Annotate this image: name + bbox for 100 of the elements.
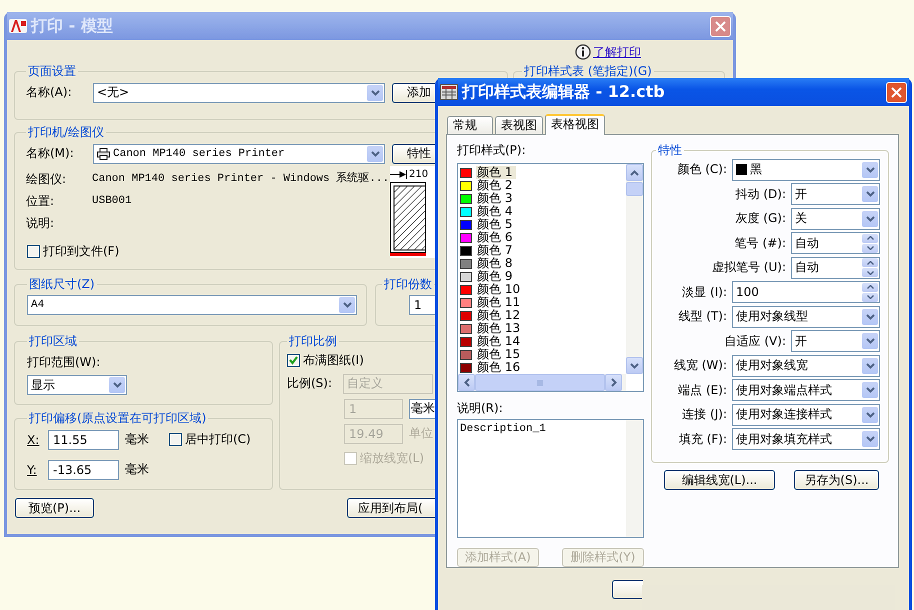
printer-icon [97,148,110,160]
list-item[interactable]: 颜色 8 [476,257,516,270]
field-label: 打印样式(P): [457,142,527,159]
close-icon [715,20,726,32]
spin-down-button[interactable] [862,268,878,278]
close-icon [891,86,902,98]
help-link[interactable]: 了解打印 [593,44,641,60]
paper-width-label: 210 [409,169,428,180]
list-item[interactable]: 颜色 12 [476,309,524,322]
dropdown-field[interactable]: 关 [791,208,880,230]
list-item[interactable]: 颜色 11 [476,296,524,309]
field-label: X: [27,432,40,446]
dropdown-field[interactable]: 使用对象端点样式 [732,379,880,402]
checkbox-label[interactable]: 居中打印(C) [185,431,251,448]
checkbox-label[interactable]: 打印到文件(F) [43,243,120,260]
scroll-thumb[interactable] [626,182,643,196]
tab[interactable]: 表格视图 [545,114,605,135]
x-offset-field[interactable]: 11.55 [48,430,119,450]
spin-field[interactable]: 自动 [791,232,880,254]
field-label: 位置: [26,194,56,208]
field-label: 颜色 (C): [677,161,727,178]
window-title: 打印 - 模型 [31,16,114,36]
dropdown-field[interactable]: 黑 [732,158,880,181]
copies-field[interactable]: 1 [409,295,435,315]
dialog-button[interactable]: 编辑线宽(L)... [664,470,775,490]
dropdown-field[interactable]: 使用对象连接样式 [732,404,880,426]
dialog-button[interactable]: 预览(P)... [15,498,94,518]
list-item[interactable]: 颜色 13 [476,322,524,335]
unit-label: 毫米 [125,431,149,448]
field-label: 线宽 (W): [674,357,727,374]
scroll-right-button[interactable] [605,374,622,391]
dropdown-field[interactable]: 使用对象线型 [732,306,880,328]
table-icon [440,84,458,100]
checkbox[interactable] [27,245,40,258]
horizontal-scrollbar[interactable] [458,374,626,391]
close-button[interactable] [886,82,907,102]
dropdown-field[interactable]: 使用对象填充样式 [732,428,880,450]
chevron-down-icon [866,387,874,394]
chevron-down-icon [866,166,874,173]
scroll-up-button[interactable] [626,164,643,181]
dialog-button[interactable]: 应用到布局( [347,498,435,518]
y-offset-field[interactable]: -13.65 [48,460,119,480]
spin-field[interactable]: 100 [732,281,880,304]
list-item[interactable]: 颜色 7 [476,244,516,257]
field-label: 淡显 (I): [682,284,727,301]
list-item[interactable]: 颜色 6 [476,231,516,244]
dialog-button[interactable] [612,580,643,599]
scroll-thumb[interactable] [475,374,605,391]
list-item[interactable]: 颜色 1 [476,166,516,179]
list-item[interactable]: 颜色 16 [476,361,524,374]
list-item[interactable]: 颜色 3 [476,192,516,205]
spin-down-button[interactable] [862,244,878,253]
location-value: USB001 [92,194,133,208]
list-item[interactable]: 颜色 5 [476,218,516,231]
dropdown-field[interactable]: A4 [27,295,357,315]
vertical-scrollbar[interactable] [626,164,643,374]
spin-up-button[interactable] [862,234,878,243]
dropdown-field[interactable]: 使用对象线宽 [732,354,880,377]
spin-field[interactable]: 自动 [791,256,880,279]
list-item[interactable]: 颜色 15 [476,348,524,361]
list-item[interactable]: 颜色 4 [476,205,516,218]
chevron-down-icon [866,295,874,300]
chevron-up-icon [866,285,874,290]
chevron-down-icon [866,191,874,198]
group-title: 打印份数 [383,276,433,293]
field-label: 说明: [26,216,56,230]
list-item[interactable]: 颜色 10 [476,283,524,296]
chevron-down-icon [630,362,639,368]
group-title: 图纸尺寸(Z) [28,276,96,293]
field-label: 虚拟笔号 (U): [712,259,786,276]
scroll-left-button[interactable] [458,374,475,391]
field-label: 连接 (J): [682,406,727,424]
dropdown-field[interactable]: 开 [791,330,880,352]
spin-up-button[interactable] [862,282,878,292]
chevron-up-icon [630,170,639,176]
field-label: 线型 (T): [678,308,727,326]
group-title: 打印区域 [28,333,78,350]
chevron-right-icon [610,378,616,387]
scroll-down-button[interactable] [626,357,643,374]
dialog-button[interactable]: 另存为(S)... [794,470,879,490]
chevron-down-icon [370,90,380,96]
list-item[interactable]: 颜色 14 [476,335,524,348]
add-button[interactable]: 添加 [392,82,435,102]
description-field[interactable]: Description_1 [457,419,644,538]
spin-up-button[interactable] [862,258,878,268]
checkbox[interactable] [169,433,182,446]
field-label: 名称(A): [26,84,73,101]
dropdown-field[interactable]: <无> [93,82,385,102]
dropdown-field[interactable]: 开 [791,183,880,206]
properties-button[interactable]: 特性 [392,144,435,164]
spin-down-button[interactable] [862,292,878,302]
tab[interactable]: 表视图 [495,116,543,134]
dropdown-field[interactable]: Canon MP140 series Printer [93,144,385,164]
plotter-value: Canon MP140 series Printer - Windows 系统驱... [92,172,390,186]
group-title: 打印样式表 (笔指定)(G) [523,63,653,80]
list-item[interactable]: 颜色 2 [476,179,516,192]
dropdown-field[interactable]: 显示 [27,375,127,395]
field-label: 打印范围(W): [27,354,102,371]
tab[interactable]: 常规 [447,116,493,134]
list-item[interactable]: 颜色 9 [476,270,516,283]
